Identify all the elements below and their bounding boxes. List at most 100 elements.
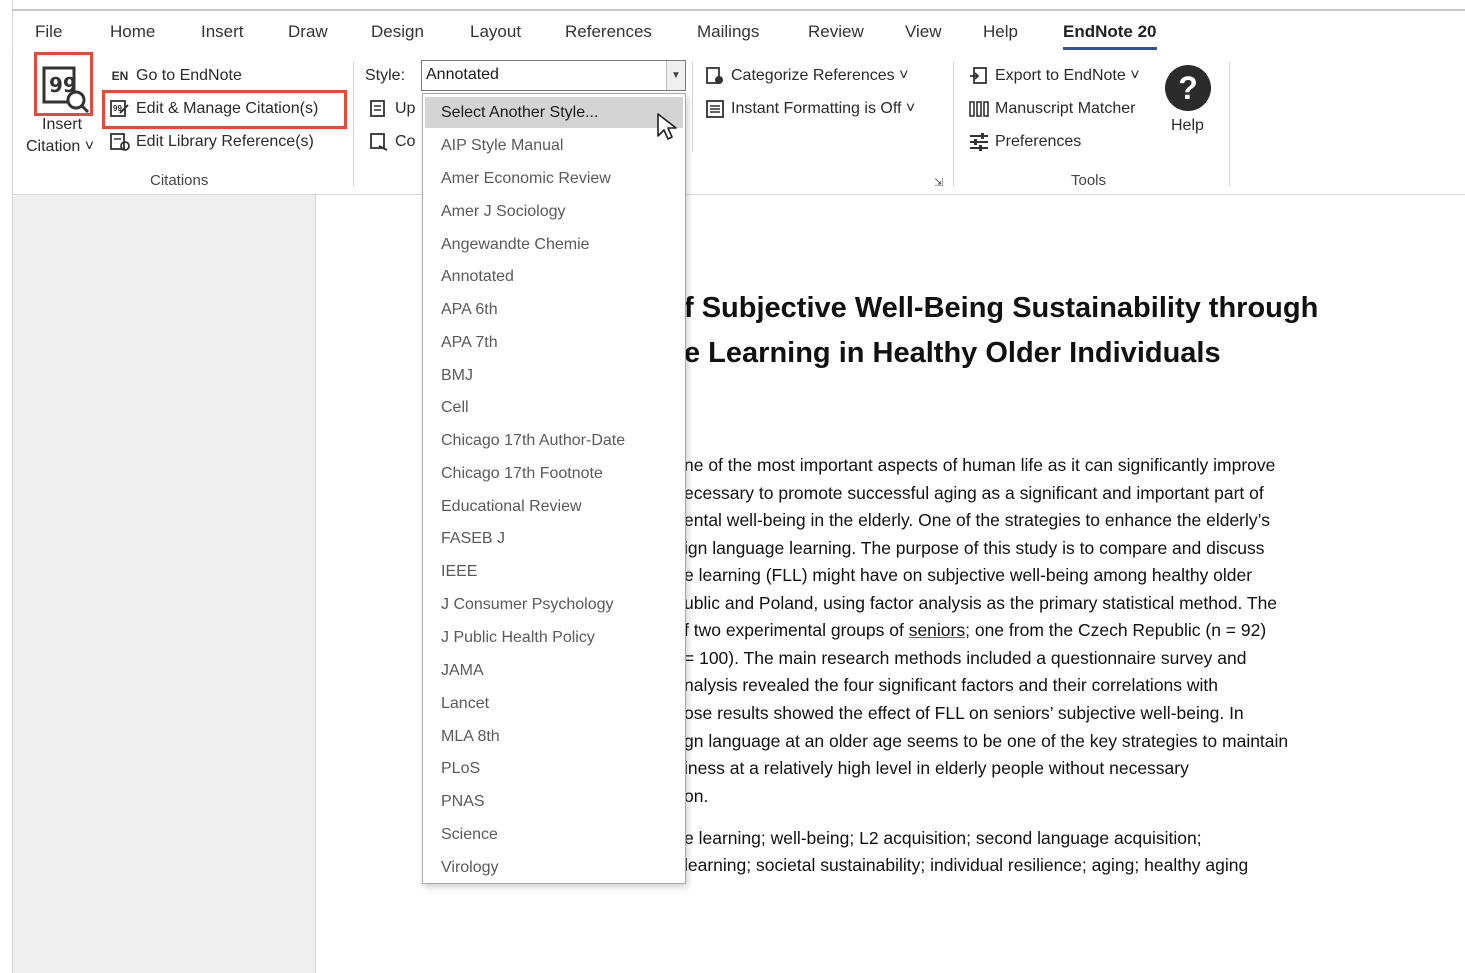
keywords-line: learning; societal sustainability; indiv… <box>684 855 1249 875</box>
edit-library-reference-label: Edit Library Reference(s) <box>136 133 314 150</box>
spellcheck-word[interactable]: seniors; <box>909 620 970 640</box>
style-option[interactable]: Annotated <box>425 261 683 292</box>
bibliography-inner-separator <box>692 62 693 152</box>
style-option[interactable]: Cell <box>425 392 683 423</box>
style-option[interactable]: IEEE <box>425 556 683 587</box>
instant-formatting-icon <box>705 99 725 119</box>
tab-home[interactable]: Home <box>110 22 155 42</box>
style-select[interactable]: Annotated ▼ <box>421 60 686 91</box>
go-to-endnote-button[interactable]: EN Go to EndNote <box>110 66 242 86</box>
style-option[interactable]: PLoS <box>425 753 683 784</box>
style-option[interactable]: Educational Review <box>425 491 683 522</box>
edit-library-reference-button[interactable]: Edit Library Reference(s) <box>110 132 314 152</box>
convert-citations-button[interactable]: Co <box>369 132 415 152</box>
keywords-line: e learning; well-being; L2 acquisition; … <box>684 828 1202 848</box>
abstract-line: = 100). The main research methods includ… <box>684 648 1247 668</box>
abstract-line: ne of the most important aspects of huma… <box>684 455 1276 475</box>
abstract-text: one from the Czech Republic (n = 92) <box>969 620 1267 640</box>
abstract-line: ublic and Poland, using factor analysis … <box>684 593 1278 613</box>
style-option[interactable]: AIP Style Manual <box>425 130 683 161</box>
abstract-line: f two experimental groups of seniors; on… <box>684 617 1266 644</box>
style-option-select-another[interactable]: Select Another Style... <box>425 97 683 128</box>
abstract-line: ental well-being in the elderly. One of … <box>684 510 1270 530</box>
style-option[interactable]: Virology <box>425 852 683 883</box>
style-option[interactable]: Science <box>425 819 683 850</box>
update-citations-label: Up <box>395 100 416 117</box>
dialog-launcher-icon[interactable]: ⇲ <box>934 176 943 189</box>
abstract-line: e learning (FLL) might have on subjectiv… <box>684 565 1253 585</box>
document-title-line-1: f Subjective Well-Being Sustainability t… <box>684 292 1319 324</box>
style-option[interactable]: JAMA <box>425 655 683 686</box>
tab-mailings[interactable]: Mailings <box>697 22 759 42</box>
citations-group-label: Citations <box>150 172 209 189</box>
tab-endnote[interactable]: EndNote 20 <box>1063 22 1157 50</box>
preferences-button[interactable]: Preferences <box>969 132 1081 152</box>
preferences-label: Preferences <box>995 133 1082 150</box>
style-option[interactable]: FASEB J <box>425 523 683 554</box>
tab-file[interactable]: File <box>35 22 62 42</box>
title-divider <box>12 9 1465 11</box>
abstract-line: iness at a relatively high level in elde… <box>684 758 1189 778</box>
tab-layout[interactable]: Layout <box>470 22 521 42</box>
convert-citations-label: Co <box>395 133 416 150</box>
group-separator <box>1229 62 1230 186</box>
abstract-line: gn language at an older age seems to be … <box>684 731 1289 751</box>
help-button[interactable]: ? Help <box>1160 62 1218 142</box>
mouse-pointer-icon <box>656 112 678 147</box>
preferences-icon <box>969 132 989 152</box>
style-option[interactable]: BMJ <box>425 360 683 391</box>
update-citations-button[interactable]: Up <box>369 99 415 119</box>
insert-citation-label-2: Citation ˅ <box>26 138 95 155</box>
style-option[interactable]: PNAS <box>425 786 683 817</box>
insert-citation-label-1: Insert <box>42 116 83 133</box>
style-option[interactable]: MLA 8th <box>425 721 683 752</box>
help-icon: ? <box>1165 65 1211 111</box>
tab-design[interactable]: Design <box>371 22 424 42</box>
ribbon-tabs: File Home Insert Draw Design Layout Refe… <box>13 18 1465 52</box>
instant-formatting-button[interactable]: Instant Formatting is Off ˅ <box>705 99 915 119</box>
abstract-line: ecessary to promote successful aging as … <box>684 483 1264 503</box>
categorize-references-button[interactable]: Categorize References ˅ <box>705 66 908 86</box>
abstract-line: ose results showed the effect of FLL on … <box>684 703 1244 723</box>
tab-review[interactable]: Review <box>808 22 864 42</box>
export-to-endnote-button[interactable]: Export to EndNote ˅ <box>969 66 1140 86</box>
manuscript-matcher-label: Manuscript Matcher <box>995 100 1136 117</box>
style-option[interactable]: Amer J Sociology <box>425 196 683 227</box>
instant-formatting-label: Instant Formatting is Off ˅ <box>731 100 916 117</box>
style-option[interactable]: Amer Economic Review <box>425 163 683 194</box>
tab-insert[interactable]: Insert <box>201 22 244 42</box>
abstract-text: f two experimental groups of <box>684 620 909 640</box>
categorize-references-label: Categorize References ˅ <box>731 67 909 84</box>
abstract-line: nalysis revealed the four significant fa… <box>684 675 1219 695</box>
group-separator <box>353 62 354 186</box>
style-option[interactable]: Lancet <box>425 688 683 719</box>
style-option[interactable]: Chicago 17th Footnote <box>425 458 683 489</box>
tab-draw[interactable]: Draw <box>288 22 328 42</box>
style-option[interactable]: Chicago 17th Author-Date <box>425 425 683 456</box>
tab-references[interactable]: References <box>565 22 652 42</box>
export-icon <box>969 66 989 86</box>
style-dropdown-list: Select Another Style... AIP Style Manual… <box>422 93 686 884</box>
edit-manage-highlight <box>102 90 347 129</box>
style-select-value: Annotated <box>426 66 499 83</box>
go-to-endnote-label: Go to EndNote <box>136 67 242 84</box>
style-option[interactable]: J Public Health Policy <box>425 622 683 653</box>
style-label: Style: <box>365 67 406 84</box>
document-title-line-2: e Learning in Healthy Older Individuals <box>684 337 1221 369</box>
tab-view[interactable]: View <box>905 22 942 42</box>
manuscript-matcher-button[interactable]: Manuscript Matcher <box>969 99 1136 119</box>
abstract-line: on. <box>684 786 709 806</box>
style-option[interactable]: APA 6th <box>425 294 683 325</box>
chevron-down-icon[interactable]: ▼ <box>666 61 685 90</box>
style-option[interactable]: J Consumer Psychology <box>425 589 683 620</box>
edit-library-icon <box>110 132 130 152</box>
style-option[interactable]: Angewandte Chemie <box>425 229 683 260</box>
convert-icon <box>369 132 389 152</box>
tab-help[interactable]: Help <box>983 22 1018 42</box>
help-label: Help <box>1171 117 1204 134</box>
tools-group-label: Tools <box>1071 172 1107 189</box>
endnote-icon: EN <box>111 69 129 83</box>
style-option[interactable]: APA 7th <box>425 327 683 358</box>
insert-citation-highlight <box>34 52 93 116</box>
navigation-pane <box>13 195 316 973</box>
